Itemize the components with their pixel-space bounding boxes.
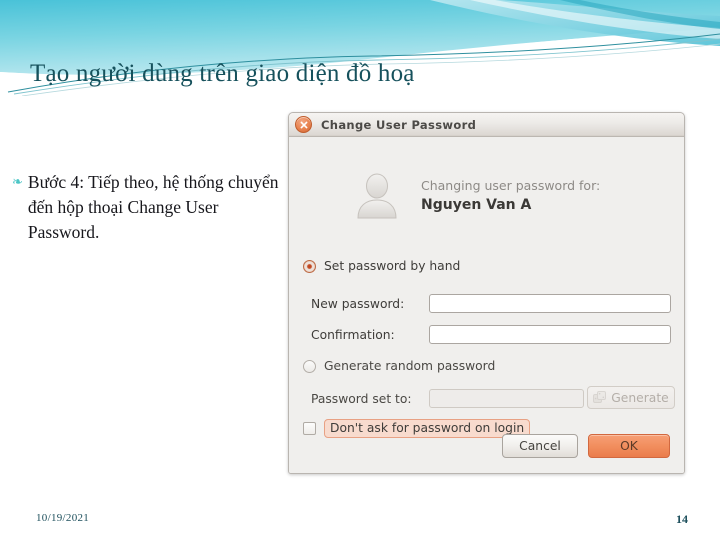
dont-ask-for-password-row[interactable]: Don't ask for password on login: [303, 419, 531, 438]
user-header-text: Changing user password for: Nguyen Van A: [421, 177, 600, 215]
radio-selected-icon[interactable]: [303, 259, 316, 273]
ok-button-label: OK: [620, 439, 638, 453]
new-password-label: New password:: [311, 296, 405, 311]
close-glyph: [300, 121, 307, 128]
generate-password-button: Generate: [587, 386, 675, 409]
dialog-title: Change User Password: [321, 117, 477, 132]
confirmation-input[interactable]: [429, 325, 671, 344]
bullet-list-item: ❧ Bước 4: Tiếp theo, hệ thống chuyển đến…: [12, 170, 284, 245]
dialog-action-buttons: Cancel OK: [502, 434, 670, 458]
radio-generate-random-password-label: Generate random password: [324, 359, 496, 373]
bullet-marker-icon: ❧: [12, 175, 23, 190]
radio-set-password-by-hand[interactable]: Set password by hand: [303, 259, 460, 273]
bullet-item-text: Bước 4: Tiếp theo, hệ thống chuyển đến h…: [27, 172, 279, 242]
radio-generate-random-password[interactable]: Generate random password: [303, 359, 495, 373]
dialog-titlebar: Change User Password: [289, 113, 684, 137]
radio-set-password-by-hand-label: Set password by hand: [324, 259, 461, 273]
dice-icon: [593, 391, 607, 403]
footer-date: 10/19/2021: [36, 512, 90, 524]
password-set-to-row: Password set to:: [311, 389, 584, 408]
password-set-to-label: Password set to:: [311, 391, 412, 406]
generate-password-button-label: Generate: [611, 390, 669, 405]
new-password-input[interactable]: [429, 294, 671, 313]
ok-button[interactable]: OK: [588, 434, 670, 458]
new-password-row: New password:: [311, 294, 671, 313]
cancel-button-label: Cancel: [519, 439, 561, 453]
cancel-button[interactable]: Cancel: [502, 434, 578, 458]
page-title: Tạo người dùng trên giao diện đồ hoạ: [30, 60, 415, 87]
dialog-user-header: Changing user password for: Nguyen Van A: [351, 170, 600, 222]
confirmation-label: Confirmation:: [311, 327, 395, 342]
user-avatar-icon: [357, 173, 397, 219]
close-icon[interactable]: [295, 116, 312, 133]
changing-password-for-label: Changing user password for:: [421, 178, 601, 193]
confirmation-row: Confirmation:: [311, 325, 671, 344]
presentation-slide: Tạo người dùng trên giao diện đồ hoạ ❧ B…: [0, 0, 720, 540]
footer-page-number: 14: [676, 512, 688, 526]
radio-unselected-icon[interactable]: [303, 359, 316, 373]
dialog-body: Changing user password for: Nguyen Van A…: [289, 137, 684, 473]
dont-ask-checkbox-label: Don't ask for password on login: [324, 419, 531, 438]
target-user-name: Nguyen Van A: [421, 197, 532, 213]
change-user-password-dialog: Change User Password Changing user passw…: [288, 112, 685, 474]
dont-ask-checkbox[interactable]: [303, 422, 316, 435]
password-set-to-input: [429, 389, 584, 408]
